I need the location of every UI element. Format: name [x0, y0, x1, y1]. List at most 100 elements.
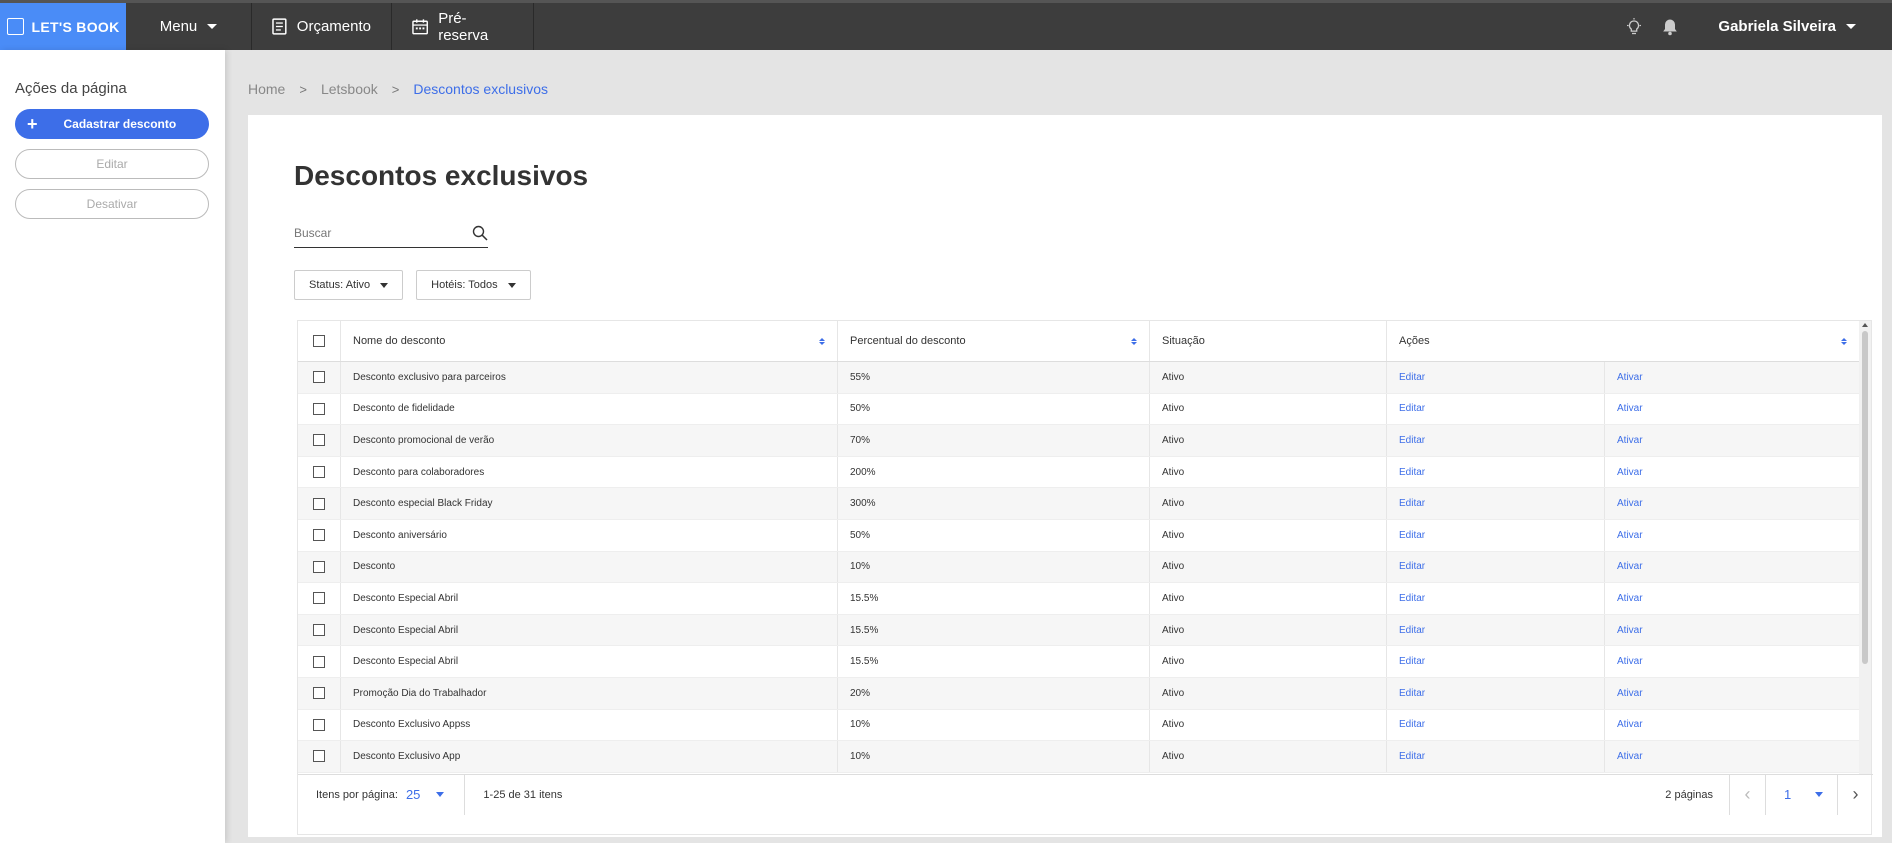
row-checkbox[interactable]: [313, 624, 325, 637]
row-checkbox[interactable]: [313, 718, 325, 731]
page-select[interactable]: 1: [1765, 774, 1837, 815]
breadcrumb-home[interactable]: Home: [248, 81, 285, 97]
add-discount-button[interactable]: + Cadastrar desconto: [15, 109, 209, 139]
activate-cell: Ativar: [1605, 709, 1860, 741]
scroll-up-icon[interactable]: [1862, 323, 1868, 327]
logo-square-icon: [6, 18, 24, 35]
edit-link[interactable]: Editar: [1399, 625, 1425, 636]
discounts-table: Nome do desconto Percentual do desconto …: [297, 320, 1873, 835]
table-row[interactable]: Promoção Dia do Trabalhador 20% Ativo Edita…: [298, 677, 1860, 710]
search-input[interactable]: [294, 225, 444, 240]
activate-link[interactable]: Ativar: [1617, 403, 1643, 414]
activate-link[interactable]: Ativar: [1617, 498, 1643, 509]
table-row[interactable]: Desconto 10% Ativo Editar Ativar: [298, 551, 1860, 584]
header-percent[interactable]: Percentual do desconto: [838, 321, 1150, 361]
scrollbar-thumb[interactable]: [1862, 331, 1868, 664]
table-row[interactable]: Desconto promocional de verão 70% Ativo Edi…: [298, 425, 1860, 457]
nav-orcamento[interactable]: Orçamento: [252, 3, 392, 50]
table-row[interactable]: Desconto Exclusivo App 10% Ativo Editar Ativ…: [298, 741, 1860, 773]
header-actions[interactable]: Ações: [1387, 321, 1860, 361]
edit-link[interactable]: Editar: [1399, 435, 1425, 446]
discount-name-text: Desconto Especial Abril: [353, 592, 459, 604]
table-row[interactable]: Desconto Exclusivo Appss 10% Ativo Editar At…: [298, 709, 1860, 742]
table-row[interactable]: Desconto para colaboradores 200% Ativo Edit…: [298, 456, 1860, 489]
discount-name: Desconto Exclusivo App: [341, 741, 838, 772]
edit-link[interactable]: Editar: [1399, 372, 1425, 383]
activate-link[interactable]: Ativar: [1617, 656, 1643, 667]
hotels-filter[interactable]: Hotéis: Todos: [416, 270, 531, 300]
edit-cell: Editar: [1387, 425, 1605, 456]
table-row[interactable]: Desconto Especial Abril 15.5% Ativo Editar A…: [298, 614, 1860, 647]
activate-cell: Ativar: [1605, 519, 1860, 551]
row-checkbox[interactable]: [313, 434, 325, 447]
prev-page-button[interactable]: ‹: [1729, 774, 1765, 815]
table-row[interactable]: Desconto especial Black Friday 300% Ativo E…: [298, 488, 1860, 520]
edit-cell: Editar: [1387, 551, 1605, 583]
row-checkbox[interactable]: [313, 497, 325, 510]
status-filter[interactable]: Status: Ativo: [294, 270, 404, 300]
edit-link[interactable]: Editar: [1399, 656, 1425, 667]
row-checkbox-cell: [298, 614, 341, 646]
activate-link[interactable]: Ativar: [1617, 435, 1643, 446]
activate-link[interactable]: Ativar: [1617, 561, 1643, 572]
header-name[interactable]: Nome do desconto: [341, 321, 838, 361]
lightbulb-button[interactable]: [1616, 17, 1652, 36]
row-checkbox[interactable]: [313, 529, 325, 542]
row-checkbox[interactable]: [313, 466, 325, 479]
deactivate-button[interactable]: Desativar: [15, 189, 209, 219]
row-checkbox[interactable]: [313, 592, 325, 605]
activate-link[interactable]: Ativar: [1617, 530, 1643, 541]
table-row[interactable]: Desconto de fidelidade 50% Ativo Editar Ativ…: [298, 393, 1860, 426]
table-row[interactable]: Desconto Especial Abril 15.5% Ativo Editar A…: [298, 583, 1860, 615]
row-checkbox[interactable]: [313, 750, 325, 763]
edit-link[interactable]: Editar: [1399, 719, 1425, 730]
table-scrollbar[interactable]: [1859, 321, 1871, 774]
edit-link[interactable]: Editar: [1399, 498, 1425, 509]
activate-link[interactable]: Ativar: [1617, 751, 1643, 762]
edit-link[interactable]: Editar: [1399, 530, 1425, 541]
activate-cell: Ativar: [1605, 583, 1860, 614]
header-status: Situação: [1150, 321, 1387, 361]
activate-link[interactable]: Ativar: [1617, 372, 1643, 383]
edit-link[interactable]: Editar: [1399, 593, 1425, 604]
menu-dropdown[interactable]: Menu: [126, 3, 252, 50]
activate-cell: Ativar: [1605, 614, 1860, 646]
discount-percent-text: 200%: [850, 466, 876, 478]
discount-name-text: Desconto para colaboradores: [353, 466, 485, 478]
edit-button[interactable]: Editar: [15, 149, 209, 179]
row-checkbox[interactable]: [313, 687, 325, 700]
edit-link[interactable]: Editar: [1399, 751, 1425, 762]
activate-link[interactable]: Ativar: [1617, 467, 1643, 478]
user-menu[interactable]: Gabriela Silveira: [1688, 18, 1892, 35]
activate-link[interactable]: Ativar: [1617, 593, 1643, 604]
items-range: 1-25 de 31 itens: [483, 788, 563, 801]
row-checkbox[interactable]: [313, 655, 325, 668]
table-row[interactable]: Desconto Especial Abril 15.5% Ativo Editar A…: [298, 646, 1860, 678]
row-checkbox[interactable]: [313, 371, 325, 384]
search-icon[interactable]: [472, 225, 488, 241]
select-all-checkbox[interactable]: [313, 335, 325, 347]
row-checkbox[interactable]: [313, 560, 325, 573]
edit-link[interactable]: Editar: [1399, 561, 1425, 572]
row-checkbox[interactable]: [313, 402, 325, 415]
activate-link[interactable]: Ativar: [1617, 688, 1643, 699]
next-page-button[interactable]: ›: [1837, 774, 1873, 815]
nav-pre-reserva[interactable]: Pré-reserva: [392, 3, 534, 50]
edit-link[interactable]: Editar: [1399, 688, 1425, 699]
app-logo[interactable]: LET'S BOOK: [0, 3, 126, 50]
bell-icon: [1663, 19, 1678, 35]
discount-percent: 15.5%: [838, 614, 1150, 646]
edit-link[interactable]: Editar: [1399, 403, 1425, 414]
table-row[interactable]: Desconto exclusivo para parceiros 55% Ativ…: [298, 362, 1860, 394]
breadcrumb-letsbook[interactable]: Letsbook: [321, 81, 378, 97]
edit-link[interactable]: Editar: [1399, 467, 1425, 478]
table-row[interactable]: Desconto aniversário 50% Ativo Editar Ativar: [298, 519, 1860, 552]
calendar-icon: [412, 19, 428, 35]
discount-name: Desconto Especial Abril: [341, 646, 838, 677]
discount-percent-text: 70%: [850, 434, 871, 446]
nav-orcamento-label: Orçamento: [296, 18, 371, 35]
items-per-page[interactable]: Itens por página: 25: [298, 774, 466, 815]
activate-link[interactable]: Ativar: [1617, 719, 1643, 730]
activate-link[interactable]: Ativar: [1617, 625, 1643, 636]
notifications-button[interactable]: [1652, 18, 1688, 36]
